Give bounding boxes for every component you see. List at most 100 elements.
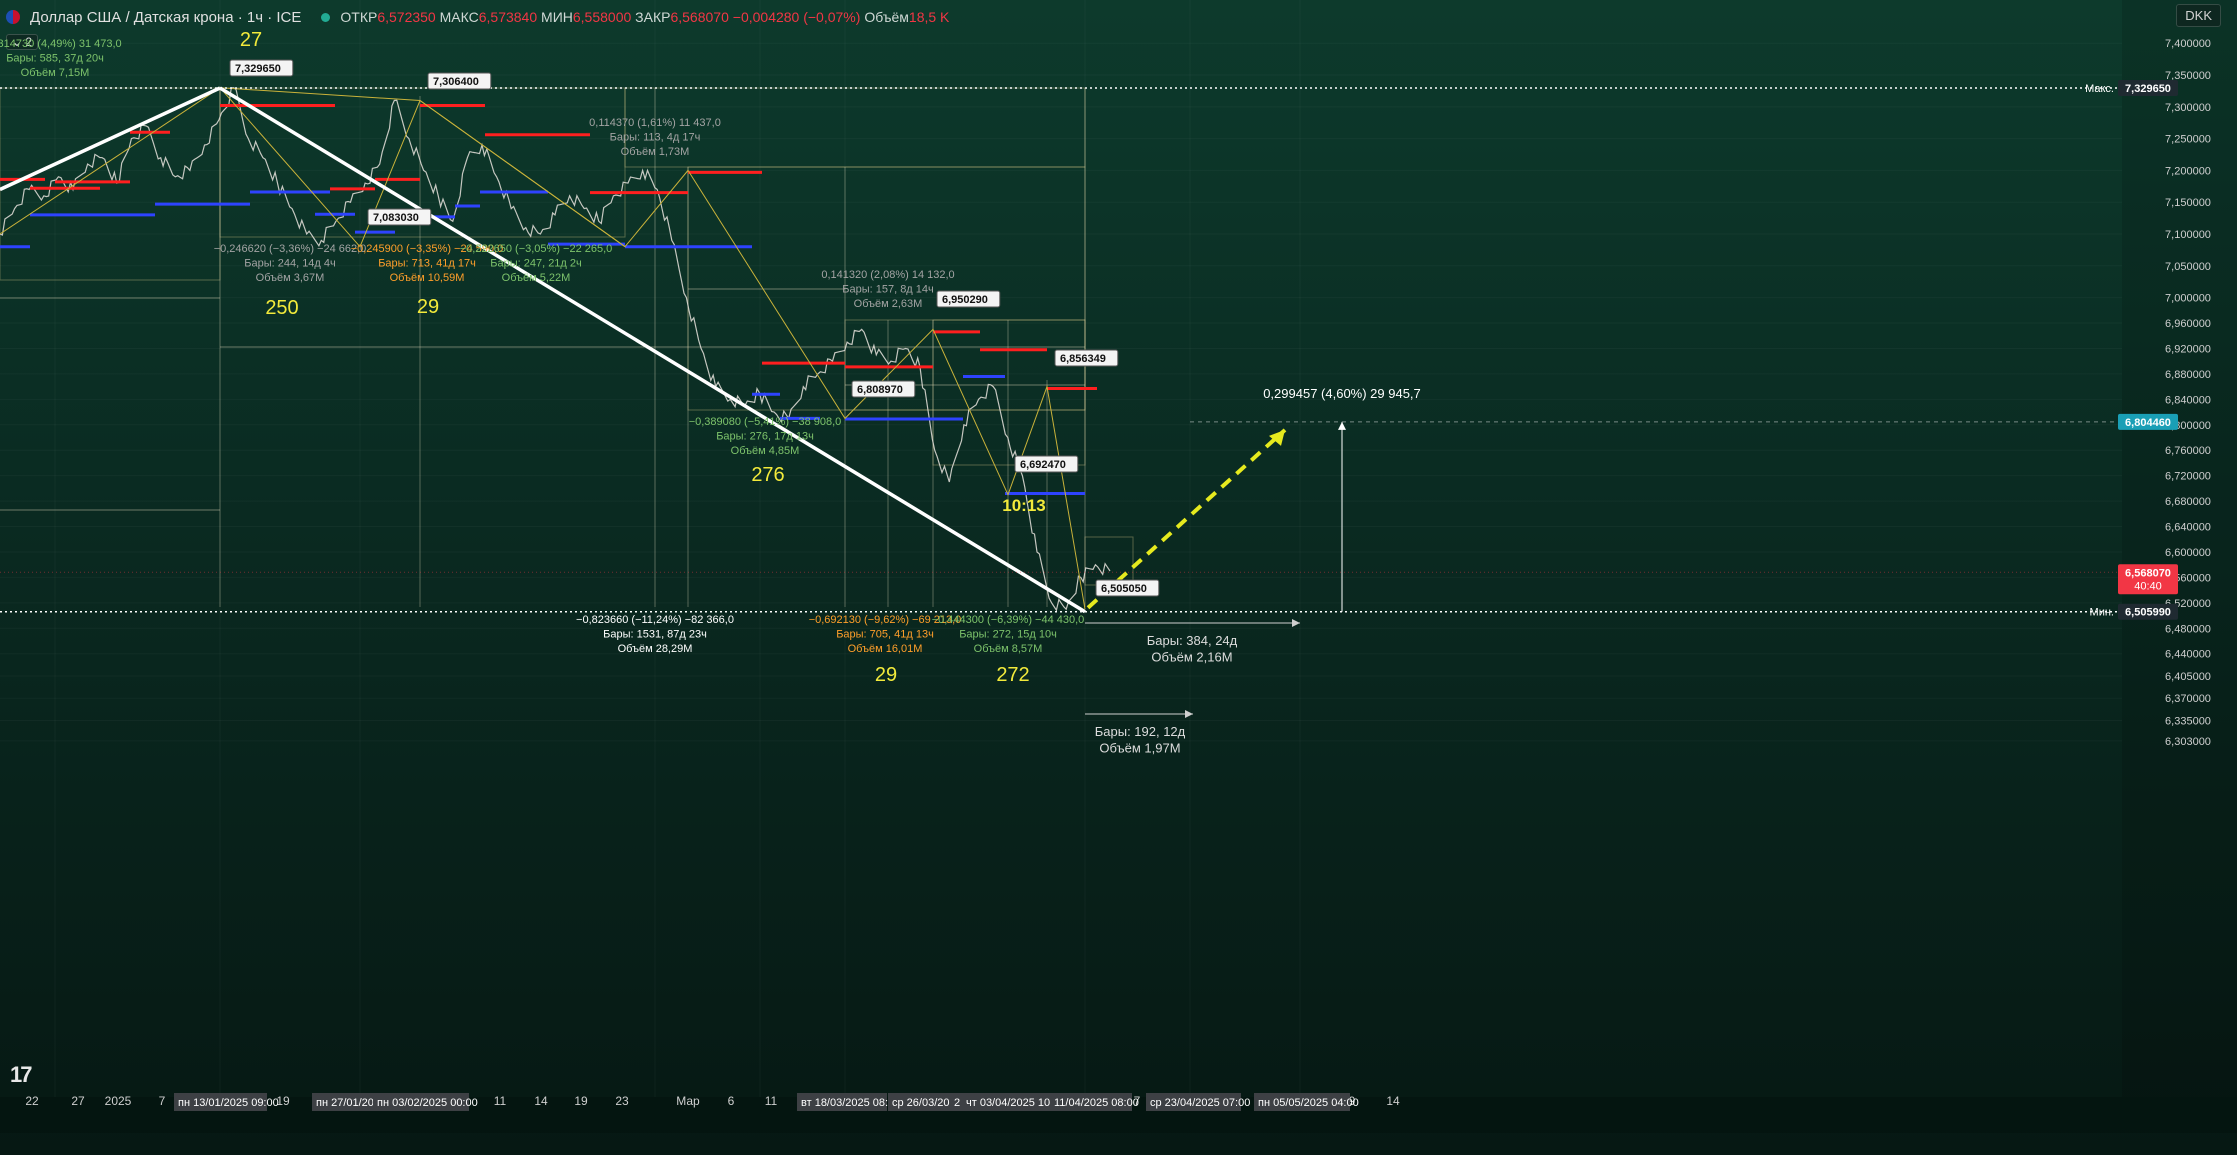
measure-label-line: Объём 4,85M <box>731 445 800 457</box>
price-axis-tick: 7,300000 <box>2165 102 2211 114</box>
measure-label-line: Бары: 113, 4д 17ч <box>610 132 701 144</box>
time-axis-tick: 11 <box>765 1094 778 1108</box>
target-price-badge-text: 6,804460 <box>2125 417 2171 429</box>
current-price-badge: 6,56807040:40 <box>2118 564 2178 595</box>
time-axis-tick: 2025 <box>105 1094 132 1108</box>
measure-label-line: −0,444300 (−6,39%) −44 430,0 <box>932 614 1085 626</box>
measure-label-m1: 0,314730 (4,49%) 31 473,0 Бары: 585, 37д … <box>0 38 122 79</box>
price-axis-tick: 7,150000 <box>2165 197 2211 209</box>
target-measure-arrowhead <box>1338 421 1346 430</box>
measure-label-line: Бары: 585, 37д 20ч <box>6 53 104 65</box>
time-axis: 22 27 2025 7 19 11 14 19 23 Мар 6 11 7 9 14пн 13/01/20… <box>25 1093 1400 1111</box>
time-axis-highlight-text: пн 03/02/2025 00:00 <box>377 1097 478 1109</box>
measure-label-line: Бары: 157, 8д 14ч <box>842 284 934 296</box>
time-axis-tick: 7 <box>159 1094 166 1108</box>
max-price-badge-text: 7,329650 <box>2125 83 2171 95</box>
tradingview-logo: 17 <box>10 1062 33 1087</box>
time-axis-tick: 27 <box>71 1094 85 1108</box>
wave-count-label: 272 <box>996 664 1029 686</box>
measure-label-line: Бары: 384, 24д <box>1147 633 1238 648</box>
max-price-caption: Макс. <box>2085 83 2114 95</box>
time-axis-highlight: 2 <box>950 1093 962 1111</box>
price-axis-tick: 6,960000 <box>2165 318 2211 330</box>
measure-label-line: Объём 7,15M <box>21 67 90 79</box>
measure-label-m12: Бары: 384, 24д Объём 2,16M <box>1147 633 1238 665</box>
measure-label-line: −0,823660 (−11,24%) −82 366,0 <box>576 614 734 626</box>
pivot-label-text: 7,329650 <box>235 63 281 75</box>
price-axis-tick: 6,405000 <box>2165 671 2211 683</box>
pivot-label-text: 6,856349 <box>1060 353 1106 365</box>
time-axis-tick: 11 <box>494 1094 507 1108</box>
measure-label-m4: −0,222650 (−3,05%) −22 265,0 Бары: 247, 2… <box>460 243 613 284</box>
price-axis-tick: 6,680000 <box>2165 496 2211 508</box>
time-axis-highlight: 11/04/2025 08:00 <box>1050 1093 1139 1111</box>
time-axis-tick: Мар <box>676 1094 700 1108</box>
pivot-label-text: 6,505050 <box>1101 583 1147 595</box>
wave-count-label: 29 <box>417 296 439 318</box>
price-axis-tick: 6,440000 <box>2165 649 2211 661</box>
measure-label-line: Объём 2,63M <box>854 298 923 310</box>
level-segments <box>0 104 1097 495</box>
price-axis-tick: 7,050000 <box>2165 261 2211 273</box>
time-axis-highlight: пн 13/01/2025 09:00 <box>174 1093 279 1111</box>
price-axis-tick: 6,840000 <box>2165 394 2211 406</box>
time-axis-tick: 19 <box>574 1094 588 1108</box>
pivot-label: 7,306400 <box>427 72 492 90</box>
wave-count-label: 250 <box>265 297 298 319</box>
wave-count-label: 10:13 <box>1002 496 1045 515</box>
measure-rectangles <box>0 87 1134 607</box>
pivot-label: 6,808970 <box>851 380 916 398</box>
measure-label-m6: 0,141320 (2,08%) 14 132,0 Бары: 157, 8д 1… <box>821 269 954 310</box>
measure-label-line: 0,299457 (4,60%) 29 945,7 <box>1263 386 1421 401</box>
measure-label-line: 0,314730 (4,49%) 31 473,0 <box>0 38 122 50</box>
min-price-caption: Мин. <box>2090 607 2114 619</box>
time-axis-tick: 22 <box>25 1094 39 1108</box>
min-price-badge: 6,505990 <box>2118 603 2178 620</box>
time-axis-highlight: чт 03/04/2025 10:00 <box>962 1093 1065 1111</box>
price-axis-tick: 6,880000 <box>2165 369 2211 381</box>
pivot-label: 7,329650 <box>229 59 294 77</box>
time-axis-tick: 14 <box>534 1094 548 1108</box>
price-axis-tick: 6,480000 <box>2165 623 2211 635</box>
time-axis-highlight: ср 23/04/2025 07:00 <box>1146 1093 1250 1111</box>
time-axis-highlight: вт 18/03/2025 08:00 <box>797 1093 900 1111</box>
bars-measure-arrowhead <box>1185 710 1193 718</box>
measure-label-line: Объём 16,01M <box>848 643 923 655</box>
measure-label-line: Объём 1,97M <box>1099 741 1180 756</box>
time-axis-highlight-text: ср 23/04/2025 07:00 <box>1150 1097 1250 1109</box>
pivot-label: 6,856349 <box>1054 349 1119 367</box>
price-axis-tick: 7,250000 <box>2165 134 2211 146</box>
time-axis-highlight: пн 03/02/2025 00:00 <box>373 1093 478 1111</box>
measure-label-line: −0,389080 (−5,41%) −38 908,0 <box>689 416 842 428</box>
measure-label-line: Объём 8,57M <box>974 643 1043 655</box>
time-axis-tick: 23 <box>615 1094 629 1108</box>
price-axis-tick: 7,100000 <box>2165 229 2211 241</box>
time-axis-highlight-text: вт 18/03/2025 08:00 <box>801 1097 900 1109</box>
measure-label-line: Объём 5,22M <box>502 272 571 284</box>
measure-label-m11: 0,299457 (4,60%) 29 945,7 <box>1263 386 1421 401</box>
pivot-label: 6,692470 <box>1014 455 1079 473</box>
price-chart[interactable]: 7,329650 7,306400 7,083030 6,950290 6,808970… <box>0 0 2237 1155</box>
price-axis-tick: 7,000000 <box>2165 293 2211 305</box>
pivot-label-text: 7,306400 <box>433 76 479 88</box>
measure-label-line: Объём 3,67M <box>256 272 325 284</box>
price-axis-tick: 6,920000 <box>2165 343 2211 355</box>
measure-label-line: Объём 28,29M <box>618 643 693 655</box>
bars-measure-arrowhead <box>1292 619 1300 627</box>
measure-label-line: Бары: 247, 21д 2ч <box>490 258 582 270</box>
time-axis-highlight-text: пн 05/05/2025 04:00 <box>1258 1097 1359 1109</box>
price-axis-tick: 6,303000 <box>2165 736 2211 748</box>
pivot-label: 7,083030 <box>367 208 432 226</box>
measure-label-m10: −0,444300 (−6,39%) −44 430,0 Бары: 272, 1… <box>932 614 1085 655</box>
measure-label-line: Бары: 705, 41д 13ч <box>836 629 934 641</box>
measure-label-line: Бары: 713, 41д 17ч <box>378 258 476 270</box>
time-axis-tick: 6 <box>728 1094 735 1108</box>
measure-label-m5: 0,114370 (1,61%) 11 437,0 Бары: 113, 4д 1… <box>589 117 721 158</box>
pivot-label-text: 6,808970 <box>857 384 903 396</box>
pivot-label-text: 6,692470 <box>1020 459 1066 471</box>
time-axis-highlight-text: пн 13/01/2025 09:00 <box>178 1097 279 1109</box>
wave-count-label: 29 <box>875 664 897 686</box>
time-axis-highlight: пн 05/05/2025 04:00 <box>1254 1093 1359 1111</box>
measure-label-line: Объём 1,73M <box>621 146 690 158</box>
price-axis-tick: 6,720000 <box>2165 471 2211 483</box>
